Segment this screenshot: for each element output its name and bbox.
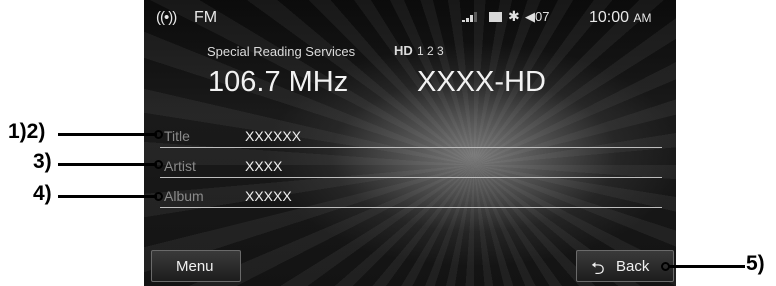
artist-value: XXXX — [245, 158, 283, 174]
bluetooth-icon: ✱ — [508, 8, 520, 24]
artist-label: Artist — [164, 158, 196, 174]
back-button[interactable]: ⮌ Back — [576, 250, 674, 282]
volume-indicator: ◀07 — [525, 9, 549, 25]
station-call-sign: XXXX-HD — [417, 66, 546, 98]
back-arrow-icon: ⮌ — [591, 259, 605, 278]
head-unit-screen: ((•)) FM ✱ ◀07 10:00 AM Special Reading … — [144, 0, 676, 286]
service-name: Special Reading Services — [207, 44, 356, 59]
speaker-icon: ◀ — [525, 9, 535, 24]
frequency: 106.7 MHz — [208, 66, 349, 98]
title-value: XXXXXX — [245, 128, 302, 144]
menu-button[interactable]: Menu — [151, 250, 241, 282]
callout-artist: 3) — [33, 150, 52, 173]
signal-strength-icon — [462, 12, 478, 22]
callout-back-leader — [669, 265, 745, 268]
artist-row: Artist XXXX — [160, 155, 662, 178]
clock-ampm: AM — [633, 11, 652, 25]
album-label: Album — [164, 188, 204, 204]
battery-icon — [489, 12, 502, 22]
album-value: XXXXX — [245, 188, 292, 204]
clock-time: 10:00 — [589, 9, 630, 26]
callout-title: 1)2) — [8, 120, 46, 143]
band-label: FM — [194, 9, 218, 26]
album-row: Album XXXXX — [160, 185, 662, 208]
hd-radio-icon: HD — [394, 43, 413, 58]
callout-back: 5) — [746, 252, 765, 275]
callout-artist-marker — [154, 160, 163, 169]
radio-broadcast-icon: ((•)) — [156, 9, 177, 26]
clock: 10:00 AM — [589, 9, 652, 27]
callout-album-marker — [154, 192, 163, 201]
callout-title-marker — [154, 130, 163, 139]
volume-level: 07 — [535, 9, 550, 24]
hd-channels: 1 2 3 — [417, 44, 444, 58]
callout-title-leader — [58, 133, 157, 136]
status-bar: ((•)) FM ✱ ◀07 10:00 AM — [144, 0, 676, 34]
back-button-label: Back — [616, 258, 650, 275]
title-label: Title — [164, 128, 190, 144]
callout-artist-leader — [58, 163, 157, 166]
title-row: Title XXXXXX — [160, 125, 662, 148]
menu-button-label: Menu — [176, 258, 214, 275]
callout-album: 4) — [33, 182, 52, 205]
callout-album-leader — [58, 195, 157, 198]
